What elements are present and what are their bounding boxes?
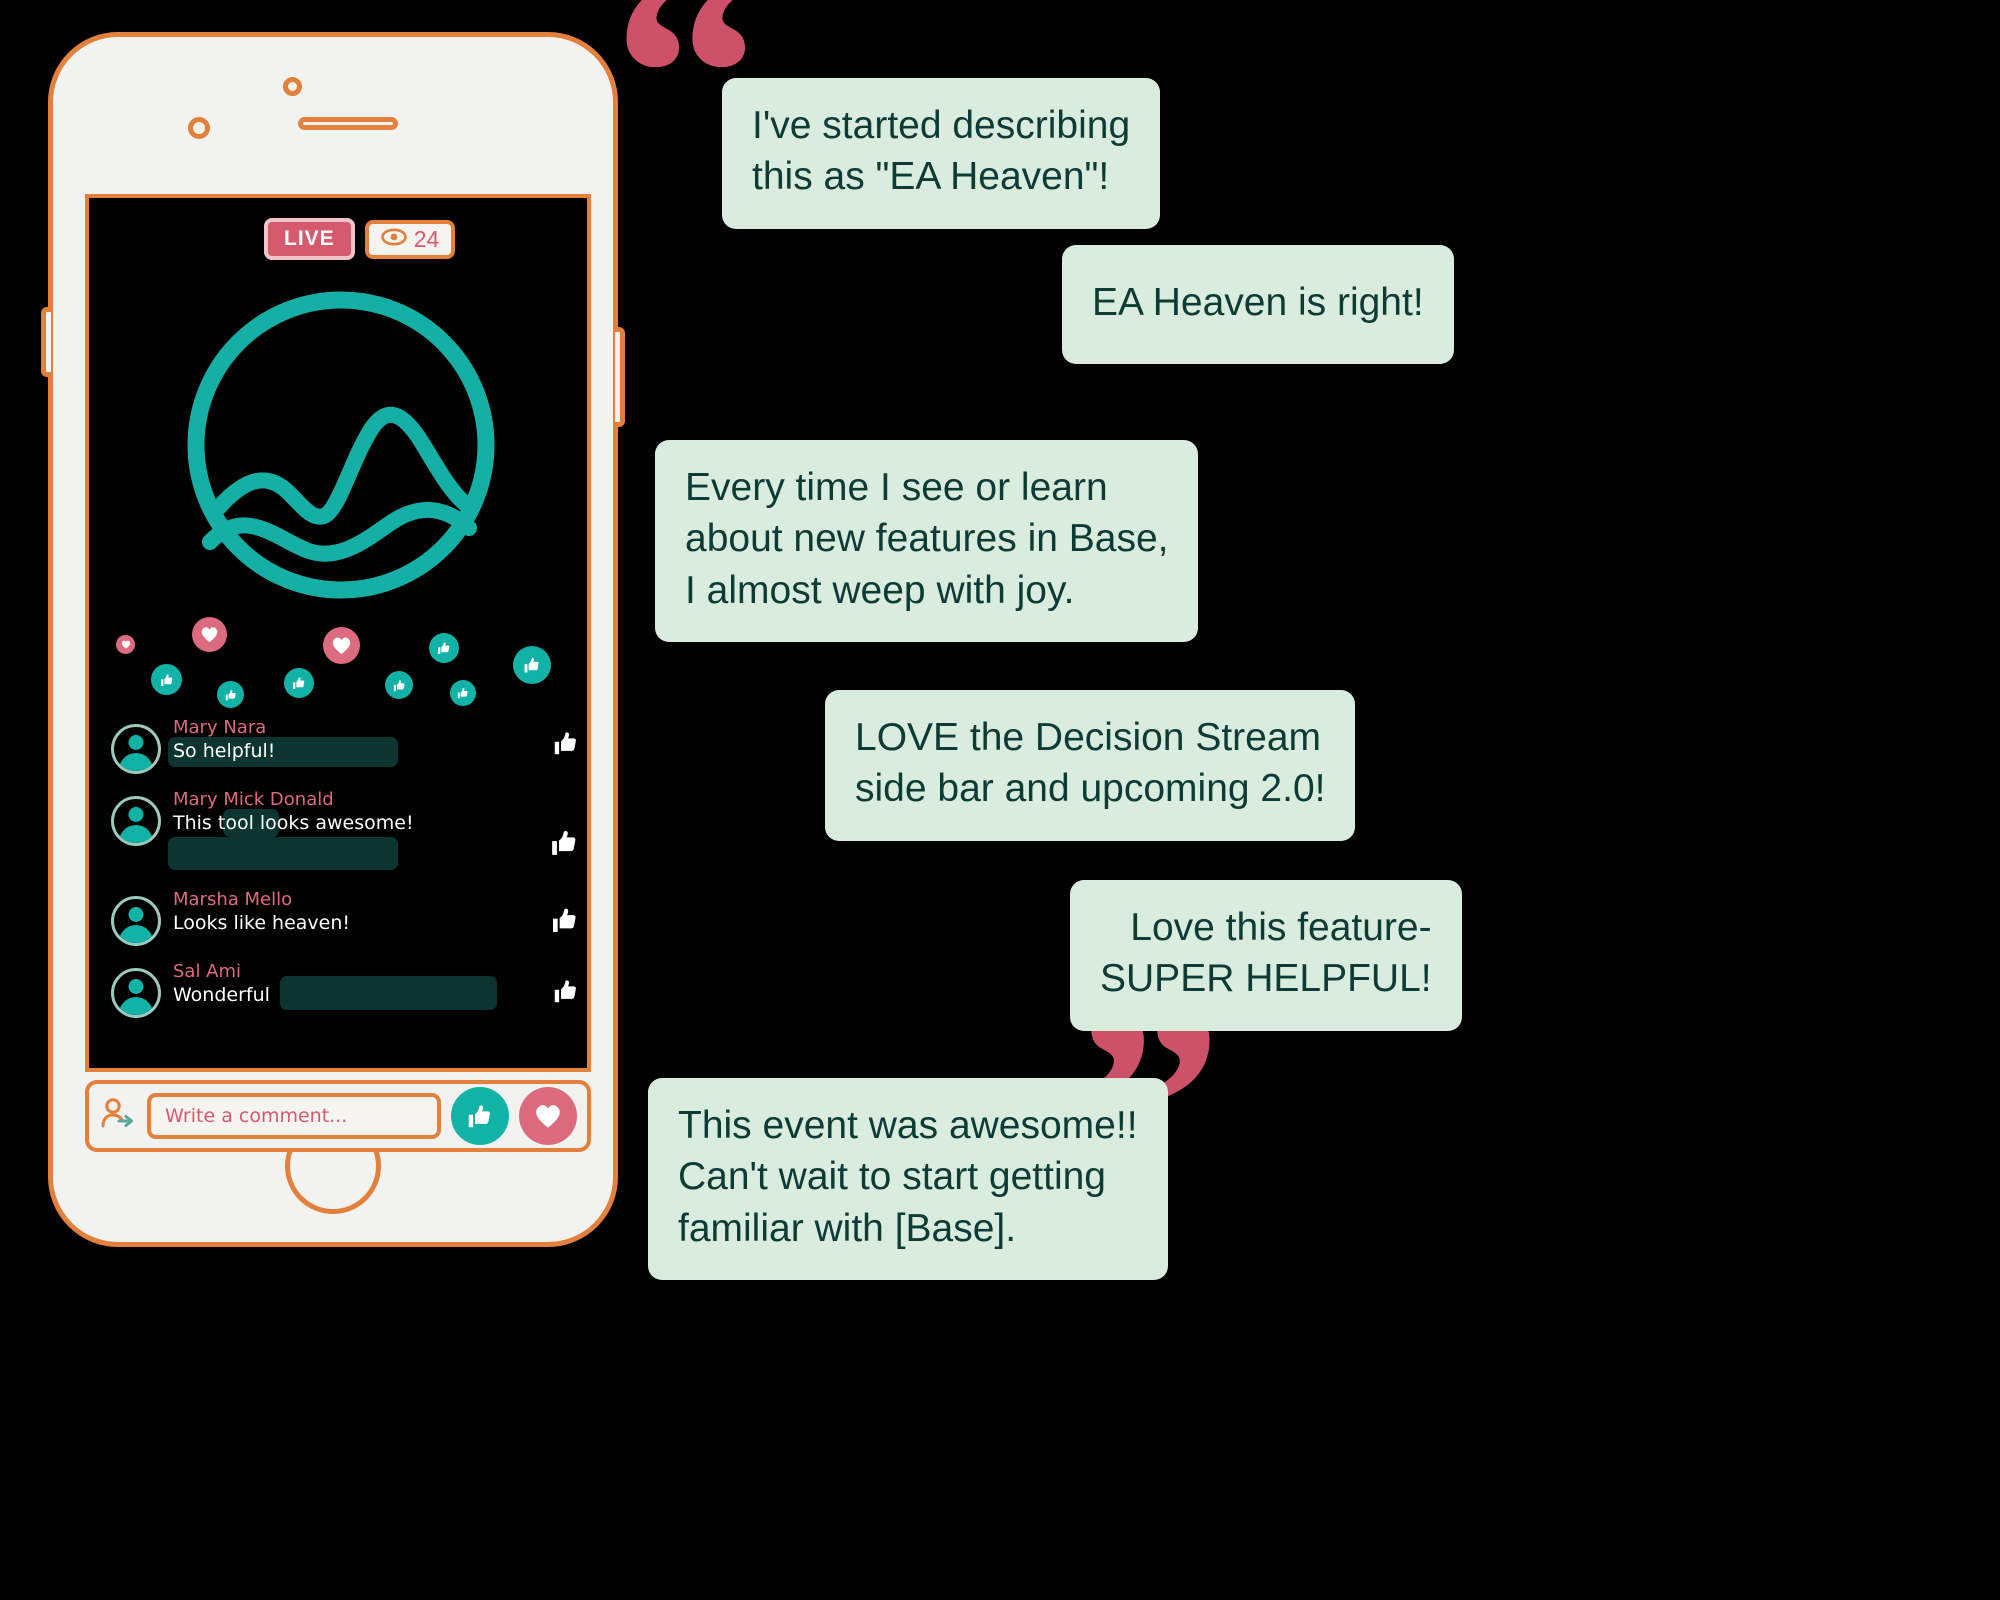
avatar-body-icon xyxy=(119,825,153,843)
comment-input-placeholder: Write a comment... xyxy=(165,1105,348,1127)
avatar-head-icon xyxy=(128,979,144,994)
like-button[interactable] xyxy=(451,1087,509,1145)
comment-author: Mary Nara xyxy=(173,717,267,738)
comment-bubble xyxy=(168,836,398,870)
viewer-count-value: 24 xyxy=(413,225,440,252)
comment-author: Marsha Mello xyxy=(173,889,293,910)
testimonial-line: I've started describing xyxy=(752,104,1131,147)
testimonial-line: Can't wait to start getting xyxy=(678,1155,1106,1199)
testimonial-line: side bar and upcoming 2.0! xyxy=(855,767,1326,811)
comment-row: Mary Nara So helpful! xyxy=(111,717,581,782)
testimonial-line: SUPER HELPFUL! xyxy=(1100,957,1432,1001)
reaction-thumb xyxy=(217,681,244,708)
avatar xyxy=(111,796,161,846)
comment-text: So helpful! xyxy=(173,739,276,762)
avatar-head-icon xyxy=(128,807,144,822)
user-add-icon[interactable] xyxy=(99,1097,137,1135)
phone-camera-icon xyxy=(283,77,302,96)
testimonial-bubble: Love this feature- SUPER HELPFUL! xyxy=(1070,880,1462,1031)
thumbs-up-icon[interactable] xyxy=(551,976,581,1006)
thumbs-up-icon[interactable] xyxy=(548,826,581,859)
phone-mockup: LIVE 24 Mary Nara So helpful! Mary Mick … xyxy=(41,32,625,1247)
testimonial-line: familiar with [Base]. xyxy=(678,1206,1017,1250)
testimonial-line: LOVE the Decision Stream xyxy=(855,716,1322,759)
avatar xyxy=(111,968,161,1018)
testimonial-bubble: I've started describing this as "EA Heav… xyxy=(722,78,1161,229)
stream-status-row: LIVE 24 xyxy=(264,218,456,260)
reaction-thumb xyxy=(513,646,551,684)
reaction-thumb xyxy=(284,668,314,698)
comment-author: Mary Mick Donald xyxy=(173,789,334,810)
comment-row: Mary Mick Donald This tool looks awesome… xyxy=(111,789,581,882)
thumbs-up-icon[interactable] xyxy=(549,904,581,936)
avatar-body-icon xyxy=(119,997,153,1015)
comments-list: Mary Nara So helpful! Mary Mick Donald T… xyxy=(111,717,581,1034)
comment-text: This tool looks awesome! xyxy=(173,811,414,834)
comment-content: Sal Ami Wonderful xyxy=(173,961,581,1010)
testimonial-line: EA Heaven is right! xyxy=(1092,281,1424,324)
avatar xyxy=(111,896,161,946)
viewer-count-badge: 24 xyxy=(364,219,456,259)
reaction-heart xyxy=(116,635,135,654)
reaction-thumb xyxy=(151,664,182,695)
testimonial-bubble: This event was awesome!! Can't wait to s… xyxy=(648,1078,1168,1281)
testimonial-bubble: EA Heaven is right! xyxy=(1062,245,1454,365)
comment-row: Marsha Mello Looks like heaven! xyxy=(111,889,581,954)
reaction-heart xyxy=(192,617,227,652)
testimonial-line: Love this feature- xyxy=(1130,906,1432,949)
eye-icon xyxy=(380,228,407,250)
avatar xyxy=(111,724,161,774)
heart-button[interactable] xyxy=(519,1087,577,1145)
thumbs-up-icon[interactable] xyxy=(551,728,581,758)
phone-volume-button[interactable] xyxy=(41,307,51,377)
comment-text: Looks like heaven! xyxy=(173,911,351,934)
comment-text: Wonderful xyxy=(173,983,270,1006)
phone-power-button[interactable] xyxy=(615,327,625,427)
phone-speaker-icon xyxy=(298,117,398,130)
testimonial-line: I almost weep with joy. xyxy=(685,568,1075,612)
avatar-body-icon xyxy=(119,753,153,771)
testimonial-line: Every time I see or learn xyxy=(685,466,1108,509)
live-badge: LIVE xyxy=(264,218,355,260)
testimonial-line: This event was awesome!! xyxy=(678,1104,1138,1147)
reaction-heart xyxy=(323,627,360,664)
comment-content: Marsha Mello Looks like heaven! xyxy=(173,889,581,934)
comment-row: Sal Ami Wonderful xyxy=(111,961,581,1026)
comment-content: Mary Nara So helpful! xyxy=(168,717,581,767)
testimonial-bubble: LOVE the Decision Stream side bar and up… xyxy=(825,690,1356,841)
testimonial-line: about new features in Base, xyxy=(685,517,1169,561)
search-input[interactable]: Write a comment... xyxy=(147,1093,441,1139)
testimonial-bubble: Every time I see or learn about new feat… xyxy=(655,440,1199,643)
avatar-head-icon xyxy=(128,907,144,922)
reaction-thumb xyxy=(450,680,476,706)
testimonial-line: this as "EA Heaven"! xyxy=(752,155,1110,199)
phone-sensor-icon xyxy=(188,117,210,139)
reaction-thumb xyxy=(429,633,459,663)
comment-content: Mary Mick Donald This tool looks awesome… xyxy=(168,789,581,870)
mountain-circle-logo xyxy=(184,288,499,603)
comment-composer-bar: Write a comment... xyxy=(85,1080,591,1152)
livestream-screen: LIVE 24 Mary Nara So helpful! Mary Mick … xyxy=(85,194,591,1072)
avatar-body-icon xyxy=(119,925,153,943)
reaction-thumb xyxy=(385,671,413,699)
avatar-head-icon xyxy=(128,735,144,750)
